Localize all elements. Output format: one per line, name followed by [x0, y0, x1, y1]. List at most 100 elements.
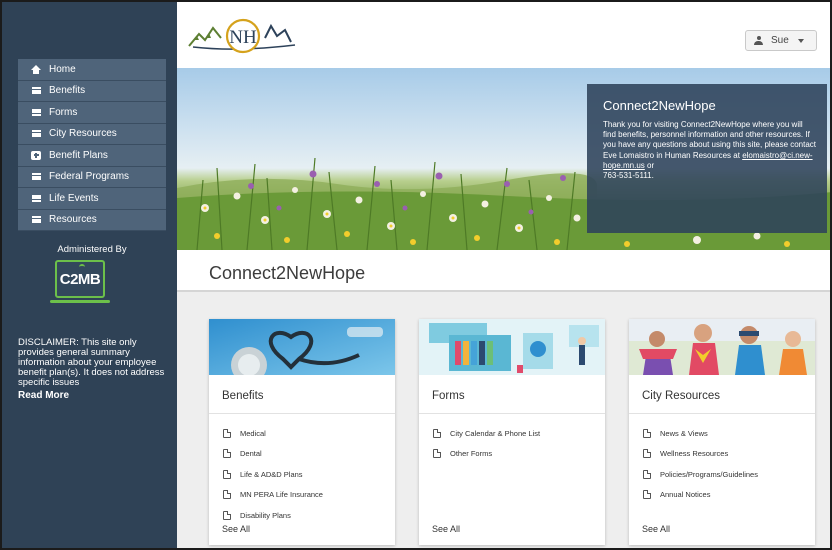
list-item[interactable]: Policies/Programs/Guidelines	[643, 464, 758, 485]
sidebar-item-forms[interactable]: Forms	[18, 102, 166, 124]
list-item-label: News & Views	[660, 428, 708, 438]
list-item-label: Disability Plans	[240, 510, 291, 520]
divider	[419, 413, 605, 414]
administered-by-label: Administered By	[57, 244, 127, 255]
sidebar-item-city-resources[interactable]: City Resources	[18, 123, 166, 145]
sidebar-item-benefit-plans[interactable]: Benefit Plans	[18, 145, 166, 167]
new-hope-logo[interactable]: NH	[187, 16, 307, 56]
menu-icon	[30, 172, 42, 182]
list-item-label: Other Forms	[450, 449, 493, 459]
hr-phone: 763-531-5111.	[603, 171, 654, 181]
list-item[interactable]: Dental	[223, 444, 323, 465]
card-title: City Resources	[642, 390, 720, 402]
welcome-panel: Connect2NewHope Thank you for visiting C…	[587, 84, 827, 233]
sidebar-item-label: City Resources	[49, 128, 117, 140]
list-item-label: City Calendar & Phone List	[450, 428, 541, 438]
document-icon	[643, 469, 651, 479]
home-icon	[30, 64, 42, 74]
welcome-title: Connect2NewHope	[603, 98, 716, 113]
sidebar-item-home[interactable]: Home	[18, 59, 166, 81]
read-more-link[interactable]: Read More	[18, 390, 69, 401]
sidebar-item-benefits[interactable]: Benefits	[18, 80, 166, 102]
hero-banner: Connect2NewHope Thank you for visiting C…	[177, 68, 830, 250]
wifi-icon	[79, 264, 85, 268]
list-item-label: Medical	[240, 428, 266, 438]
document-icon	[433, 449, 441, 459]
chevron-down-icon	[797, 38, 804, 43]
c2mb-logo[interactable]: C2MB	[55, 260, 105, 298]
sidebar: Home Benefits Forms City Resources Benef…	[2, 2, 177, 548]
divider	[629, 413, 815, 414]
user-icon	[754, 36, 763, 45]
list-item[interactable]: Life & AD&D Plans	[223, 464, 323, 485]
sidebar-item-federal-programs[interactable]: Federal Programs	[18, 166, 166, 188]
see-all-link[interactable]: See All	[432, 524, 460, 534]
welcome-text: Thank you for visiting Connect2NewHope w…	[603, 120, 817, 181]
benefits-card-image	[209, 319, 395, 375]
card-link-list: City Calendar & Phone List Other Forms	[433, 423, 540, 464]
menu-icon	[30, 193, 42, 203]
see-all-link[interactable]: See All	[642, 524, 670, 534]
document-icon	[643, 428, 651, 438]
menu-icon	[30, 86, 42, 96]
document-icon	[643, 490, 651, 500]
laptop-base	[50, 300, 110, 303]
list-item-label: Life & AD&D Plans	[240, 469, 303, 479]
sidebar-item-label: Benefits	[49, 85, 86, 97]
sidebar-item-label: Benefit Plans	[49, 149, 108, 161]
see-all-link[interactable]: See All	[222, 524, 250, 534]
benefits-card: Benefits Medical Dental Life & AD&D Plan…	[209, 319, 395, 545]
document-icon	[223, 428, 231, 438]
sidebar-item-label: Forms	[49, 106, 78, 118]
list-item[interactable]: Annual Notices	[643, 485, 758, 506]
list-item[interactable]: Other Forms	[433, 444, 540, 465]
menu-icon	[30, 215, 42, 225]
list-item-label: MN PERA Life Insurance	[240, 490, 323, 500]
sidebar-item-resources[interactable]: Resources	[18, 209, 166, 231]
card-link-list: News & Views Wellness Resources Policies…	[643, 423, 758, 505]
document-icon	[223, 449, 231, 459]
list-item-label: Policies/Programs/Guidelines	[660, 469, 758, 479]
sidebar-nav: Home Benefits Forms City Resources Benef…	[18, 59, 166, 231]
page-title: Connect2NewHope	[209, 263, 366, 283]
divider	[209, 413, 395, 414]
medical-kit-icon	[30, 150, 42, 160]
menu-icon	[30, 129, 42, 139]
sidebar-item-label: Resources	[49, 214, 97, 226]
card-link-list: Medical Dental Life & AD&D Plans MN PERA…	[223, 423, 323, 526]
list-item[interactable]: MN PERA Life Insurance	[223, 485, 323, 506]
app-window: Home Benefits Forms City Resources Benef…	[0, 0, 832, 550]
forms-card-image	[419, 319, 605, 375]
document-icon	[433, 428, 441, 438]
list-item[interactable]: Wellness Resources	[643, 444, 758, 465]
top-header: NH Sue	[177, 2, 830, 68]
document-icon	[223, 490, 231, 500]
c2mb-logo-text: C2MB	[59, 270, 101, 288]
list-item-label: Annual Notices	[660, 490, 711, 500]
list-item[interactable]: Disability Plans	[223, 505, 323, 526]
sidebar-item-label: Federal Programs	[49, 171, 130, 183]
logo-text: NH	[229, 27, 257, 48]
card-title: Benefits	[222, 390, 264, 402]
sidebar-item-life-events[interactable]: Life Events	[18, 188, 166, 210]
document-icon	[643, 449, 651, 459]
page-title-bar: Connect2NewHope	[177, 250, 830, 292]
list-item[interactable]: City Calendar & Phone List	[433, 423, 540, 444]
document-icon	[223, 510, 231, 520]
user-name: Sue	[771, 35, 789, 46]
content-area: Benefits Medical Dental Life & AD&D Plan…	[177, 292, 830, 548]
list-item[interactable]: Medical	[223, 423, 323, 444]
list-item[interactable]: News & Views	[643, 423, 758, 444]
card-title: Forms	[432, 390, 465, 402]
disclaimer-text: DISCLAIMER: This site only provides gene…	[18, 337, 165, 388]
list-item-label: Dental	[240, 449, 262, 459]
forms-card: Forms City Calendar & Phone List Other F…	[419, 319, 605, 545]
city-resources-card-image	[629, 319, 815, 375]
sidebar-item-label: Home	[49, 63, 76, 75]
list-item-label: Wellness Resources	[660, 449, 729, 459]
welcome-or: or	[644, 160, 655, 170]
menu-icon	[30, 107, 42, 117]
city-resources-card: City Resources News & Views Wellness Res…	[629, 319, 815, 545]
document-icon	[223, 469, 231, 479]
user-menu-button[interactable]: Sue	[745, 30, 817, 51]
